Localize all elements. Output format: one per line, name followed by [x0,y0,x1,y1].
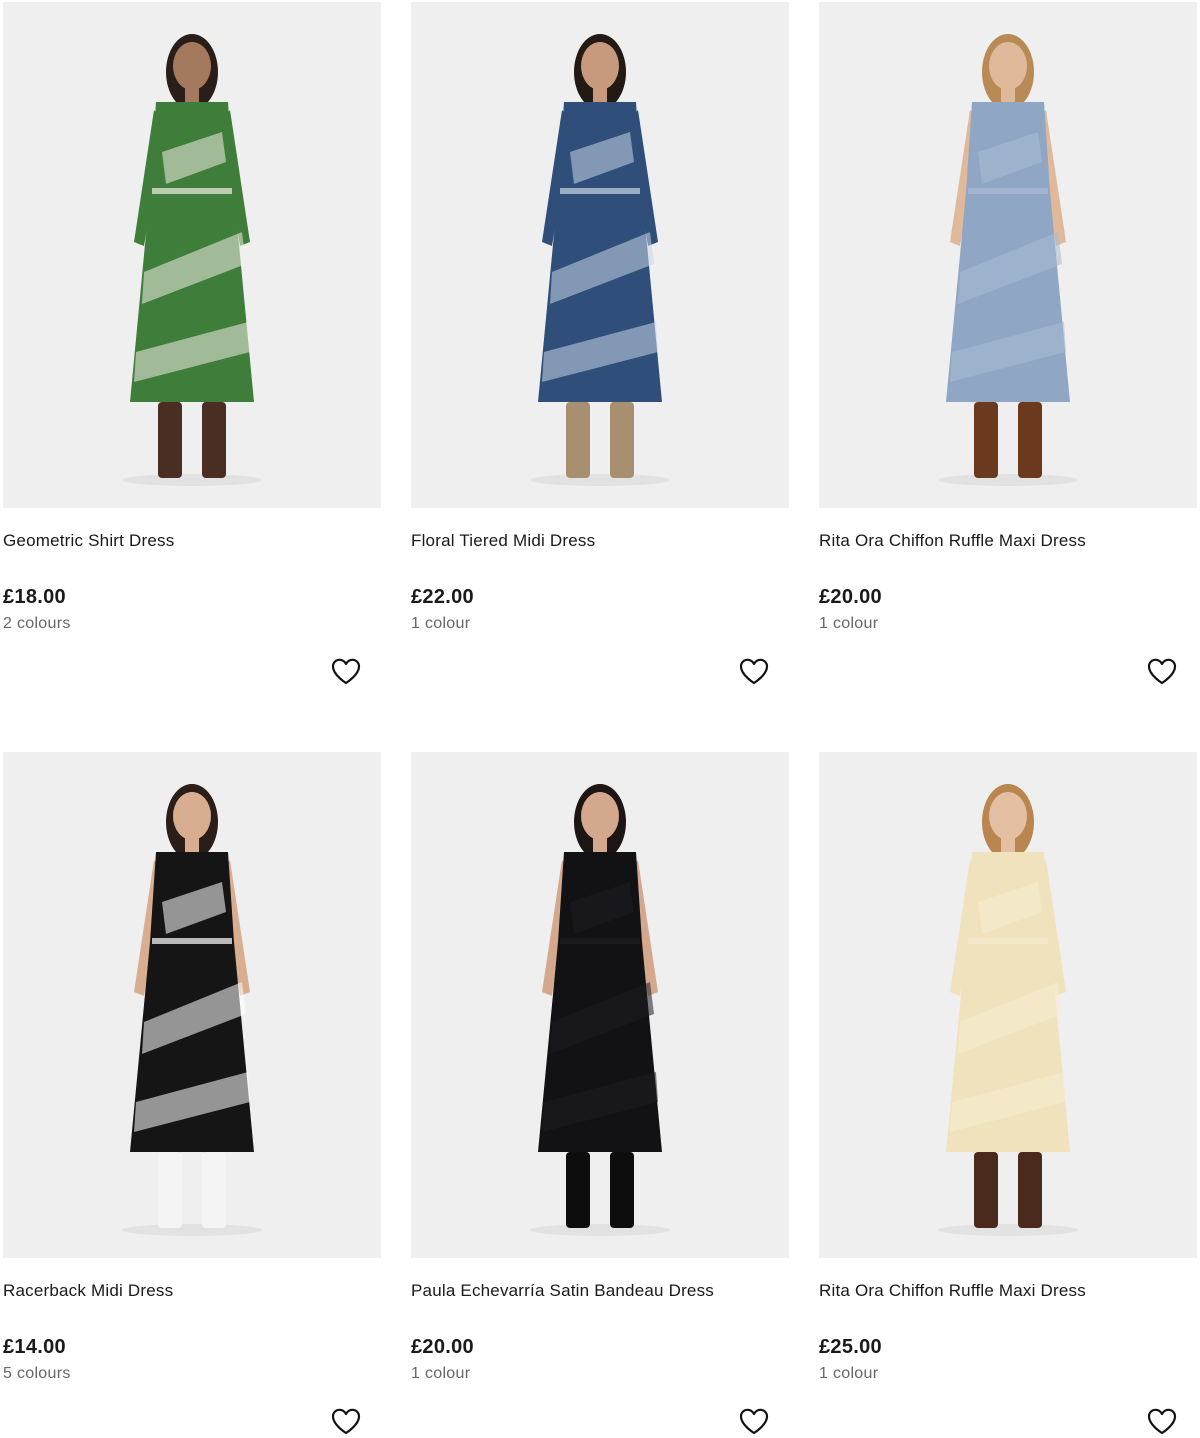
model-cream-chiffon-dress-image[interactable] [819,752,1197,1258]
product-card[interactable]: Geometric Shirt Dress £18.00 2 colours [3,2,381,684]
heart-outline-icon [1147,1408,1177,1434]
heart-outline-icon [739,1408,769,1434]
product-title[interactable]: Racerback Midi Dress [3,1280,381,1302]
product-card[interactable]: Paula Echevarría Satin Bandeau Dress £20.… [411,752,789,1434]
heart-outline-icon [1147,658,1177,684]
model-blue-floral-dress-image[interactable] [411,2,789,508]
heart-outline-icon [331,658,361,684]
product-title[interactable]: Rita Ora Chiffon Ruffle Maxi Dress [819,530,1197,552]
product-colour-count: 2 colours [3,615,71,632]
add-to-wishlist-button[interactable] [738,656,770,686]
product-card[interactable]: Rita Ora Chiffon Ruffle Maxi Dress £25.00… [819,752,1197,1434]
product-price: £18.00 [3,586,66,608]
product-card[interactable]: Rita Ora Chiffon Ruffle Maxi Dress £20.00… [819,2,1197,684]
add-to-wishlist-button[interactable] [1146,656,1178,686]
add-to-wishlist-button[interactable] [738,1406,770,1436]
model-green-geometric-dress-image[interactable] [3,2,381,508]
model-black-racerback-dress-image[interactable] [3,752,381,1258]
product-colour-count: 1 colour [819,1365,879,1382]
product-title[interactable]: Floral Tiered Midi Dress [411,530,789,552]
product-title[interactable]: Geometric Shirt Dress [3,530,381,552]
product-price: £20.00 [411,1336,474,1358]
product-colour-count: 1 colour [819,615,879,632]
heart-outline-icon [739,658,769,684]
product-price: £14.00 [3,1336,66,1358]
product-price: £20.00 [819,586,882,608]
product-colour-count: 1 colour [411,615,471,632]
add-to-wishlist-button[interactable] [330,1406,362,1436]
product-grid: Geometric Shirt Dress £18.00 2 colours Flor… [0,0,1200,1438]
product-title[interactable]: Paula Echevarría Satin Bandeau Dress [411,1280,789,1302]
model-black-satin-dress-image[interactable] [411,752,789,1258]
product-card[interactable]: Floral Tiered Midi Dress £22.00 1 colour [411,2,789,684]
product-price: £22.00 [411,586,474,608]
product-card[interactable]: Racerback Midi Dress £14.00 5 colours [3,752,381,1434]
product-colour-count: 5 colours [3,1365,71,1382]
product-price: £25.00 [819,1336,882,1358]
add-to-wishlist-button[interactable] [330,656,362,686]
product-title[interactable]: Rita Ora Chiffon Ruffle Maxi Dress [819,1280,1197,1302]
add-to-wishlist-button[interactable] [1146,1406,1178,1436]
heart-outline-icon [331,1408,361,1434]
product-colour-count: 1 colour [411,1365,471,1382]
model-blue-chiffon-dress-image[interactable] [819,2,1197,508]
